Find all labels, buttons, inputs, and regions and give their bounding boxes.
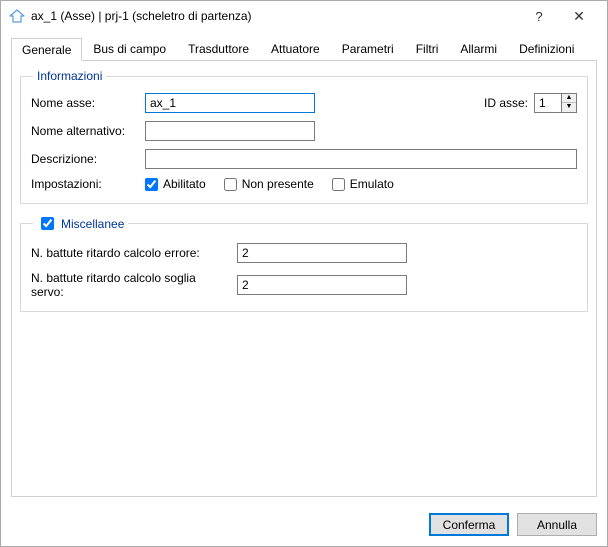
- window-title: ax_1 (Asse) | prj-1 (scheletro di parten…: [31, 9, 519, 23]
- battute-soglia-label: N. battute ritardo calcolo soglia servo:: [31, 271, 231, 299]
- nome-asse-label: Nome asse:: [31, 96, 139, 110]
- miscellanee-enable-checkbox[interactable]: [41, 217, 54, 230]
- descrizione-label: Descrizione:: [31, 152, 139, 166]
- abilitato-checkbox-label: Abilitato: [163, 177, 206, 191]
- abilitato-checkbox[interactable]: Abilitato: [145, 177, 206, 191]
- emulato-checkbox-label: Emulato: [350, 177, 394, 191]
- tab-allarmi[interactable]: Allarmi: [449, 37, 508, 60]
- group-informazioni-legend: Informazioni: [33, 69, 106, 83]
- tab-definizioni[interactable]: Definizioni: [508, 37, 585, 60]
- app-icon: [9, 8, 25, 24]
- abilitato-checkbox-input[interactable]: [145, 178, 158, 191]
- annulla-button[interactable]: Annulla: [517, 513, 597, 536]
- battute-errore-input[interactable]: [237, 243, 407, 263]
- group-informazioni: Informazioni Nome asse: ID asse: ▲ ▼: [20, 69, 588, 204]
- tab-generale[interactable]: Generale: [11, 38, 82, 61]
- id-asse-label: ID asse:: [484, 96, 528, 110]
- descrizione-input[interactable]: [145, 149, 577, 169]
- non-presente-checkbox-input[interactable]: [224, 178, 237, 191]
- tab-filtri[interactable]: Filtri: [405, 37, 450, 60]
- dialog-button-bar: Conferma Annulla: [1, 505, 607, 546]
- dialog-body: Generale Bus di campo Trasduttore Attuat…: [1, 31, 607, 505]
- emulato-checkbox-input[interactable]: [332, 178, 345, 191]
- id-asse-spin-down[interactable]: ▼: [562, 103, 576, 112]
- non-presente-checkbox-label: Non presente: [242, 177, 314, 191]
- titlebar: ax_1 (Asse) | prj-1 (scheletro di parten…: [1, 1, 607, 31]
- non-presente-checkbox[interactable]: Non presente: [224, 177, 314, 191]
- battute-errore-label: N. battute ritardo calcolo errore:: [31, 246, 231, 260]
- tabstrip: Generale Bus di campo Trasduttore Attuat…: [11, 37, 597, 61]
- nome-asse-input[interactable]: [145, 93, 315, 113]
- id-asse-spin-up[interactable]: ▲: [562, 94, 576, 103]
- battute-soglia-input[interactable]: [237, 275, 407, 295]
- close-button[interactable]: ✕: [559, 1, 599, 31]
- group-miscellanee-legend: Miscellanee: [61, 217, 124, 231]
- id-asse-input[interactable]: [534, 93, 562, 113]
- emulato-checkbox[interactable]: Emulato: [332, 177, 394, 191]
- tab-trasduttore[interactable]: Trasduttore: [177, 37, 260, 60]
- nome-alternativo-label: Nome alternativo:: [31, 124, 139, 138]
- dialog-window: ax_1 (Asse) | prj-1 (scheletro di parten…: [0, 0, 608, 547]
- impostazioni-label: Impostazioni:: [31, 177, 139, 191]
- group-miscellanee: Miscellanee N. battute ritardo calcolo e…: [20, 214, 588, 312]
- nome-alternativo-input[interactable]: [145, 121, 315, 141]
- tab-panel-generale: Informazioni Nome asse: ID asse: ▲ ▼: [11, 61, 597, 497]
- tab-bus-di-campo[interactable]: Bus di campo: [82, 37, 177, 60]
- id-asse-spinner[interactable]: ▲ ▼: [534, 93, 577, 113]
- tab-parametri[interactable]: Parametri: [331, 37, 405, 60]
- help-button[interactable]: ?: [519, 1, 559, 31]
- conferma-button[interactable]: Conferma: [429, 513, 509, 536]
- tab-attuatore[interactable]: Attuatore: [260, 37, 331, 60]
